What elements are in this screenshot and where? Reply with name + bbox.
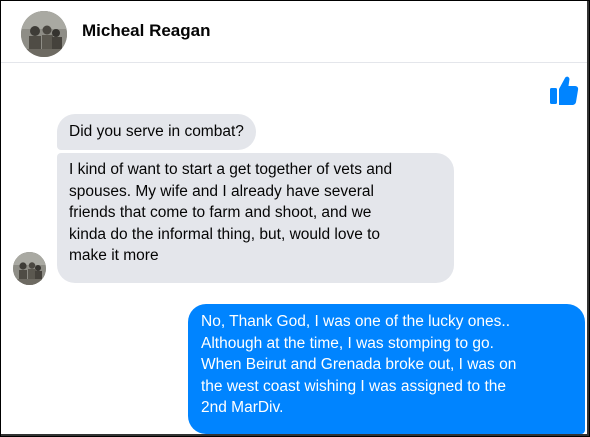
avatar-photo-icon [13,252,46,285]
message-bubble-received[interactable]: I kind of want to start a get together o… [57,153,454,283]
conversation-header: Micheal Reagan [1,1,587,63]
message-bubble-sent[interactable]: No, Thank God, I was one of the lucky on… [188,304,585,434]
message-bubble-received[interactable]: Did you serve in combat? [57,114,256,150]
avatar-photo-icon [21,11,67,57]
contact-name[interactable]: Micheal Reagan [82,21,211,41]
sender-avatar[interactable] [13,252,46,285]
contact-avatar[interactable] [21,11,67,57]
thumbs-up-icon[interactable] [549,74,579,106]
